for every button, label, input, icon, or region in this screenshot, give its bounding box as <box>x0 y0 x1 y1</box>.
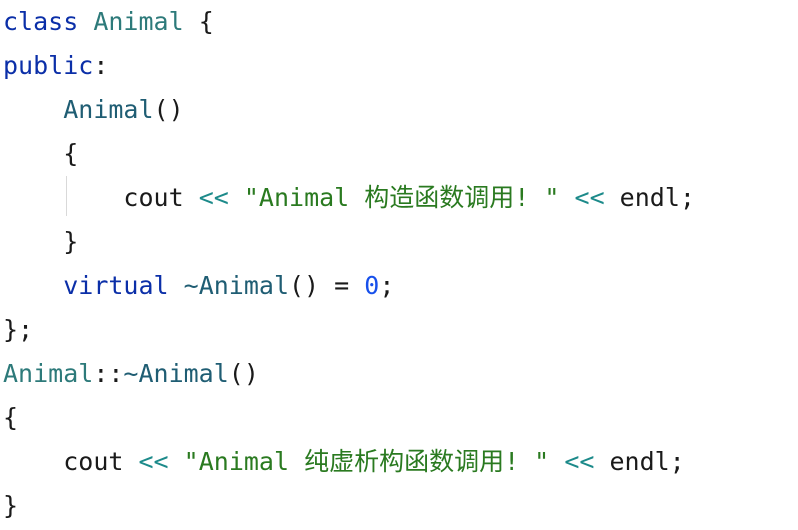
code-token: 0 <box>364 271 380 300</box>
code-token: class <box>3 7 79 36</box>
code-token: << <box>574 183 605 212</box>
code-editor[interactable]: class Animal {public: Animal() { cout <<… <box>3 0 795 530</box>
code-token: :: <box>93 359 124 388</box>
code-token: ; <box>379 271 395 300</box>
code-line: }; <box>3 308 33 352</box>
code-line: public: <box>3 44 108 88</box>
code-token: ~Animal <box>123 359 229 388</box>
code-token: () = <box>289 271 365 300</box>
code-token: endl; <box>594 447 685 476</box>
code-token: << <box>564 447 595 476</box>
code-token: } <box>63 227 79 256</box>
code-token: () <box>228 359 259 388</box>
code-line: } <box>3 484 18 528</box>
code-line: virtual ~Animal() = 0; <box>3 264 394 308</box>
code-token: Animal <box>63 95 154 124</box>
code-token: virtual <box>63 271 169 300</box>
code-line: Animal() <box>3 88 184 132</box>
code-token: { <box>3 403 19 432</box>
code-line: cout << "Animal 构造函数调用! " << endl; <box>3 176 695 220</box>
code-line: class Animal { <box>3 0 214 44</box>
code-token: public <box>3 51 94 80</box>
code-token: { <box>63 139 79 168</box>
code-token: "Animal 纯虚析构函数调用! " <box>183 447 550 476</box>
code-token: Animal <box>93 7 184 36</box>
code-token: Animal <box>3 359 94 388</box>
code-token: }; <box>3 315 34 344</box>
code-token: "Animal 构造函数调用! " <box>243 183 560 212</box>
code-token: } <box>3 491 19 520</box>
code-line: { <box>3 132 78 176</box>
code-token: << <box>138 447 169 476</box>
code-token: cout <box>63 447 124 476</box>
code-token: << <box>198 183 229 212</box>
code-line: cout << "Animal 纯虚析构函数调用! " << endl; <box>3 440 685 484</box>
code-token: cout <box>123 183 184 212</box>
code-line: } <box>3 220 78 264</box>
code-token: : <box>93 51 109 80</box>
code-line: { <box>3 396 18 440</box>
code-token: { <box>183 7 214 36</box>
code-token: () <box>153 95 184 124</box>
code-line: Animal::~Animal() <box>3 352 259 396</box>
code-token: ~Animal <box>183 271 289 300</box>
code-token: endl; <box>604 183 695 212</box>
